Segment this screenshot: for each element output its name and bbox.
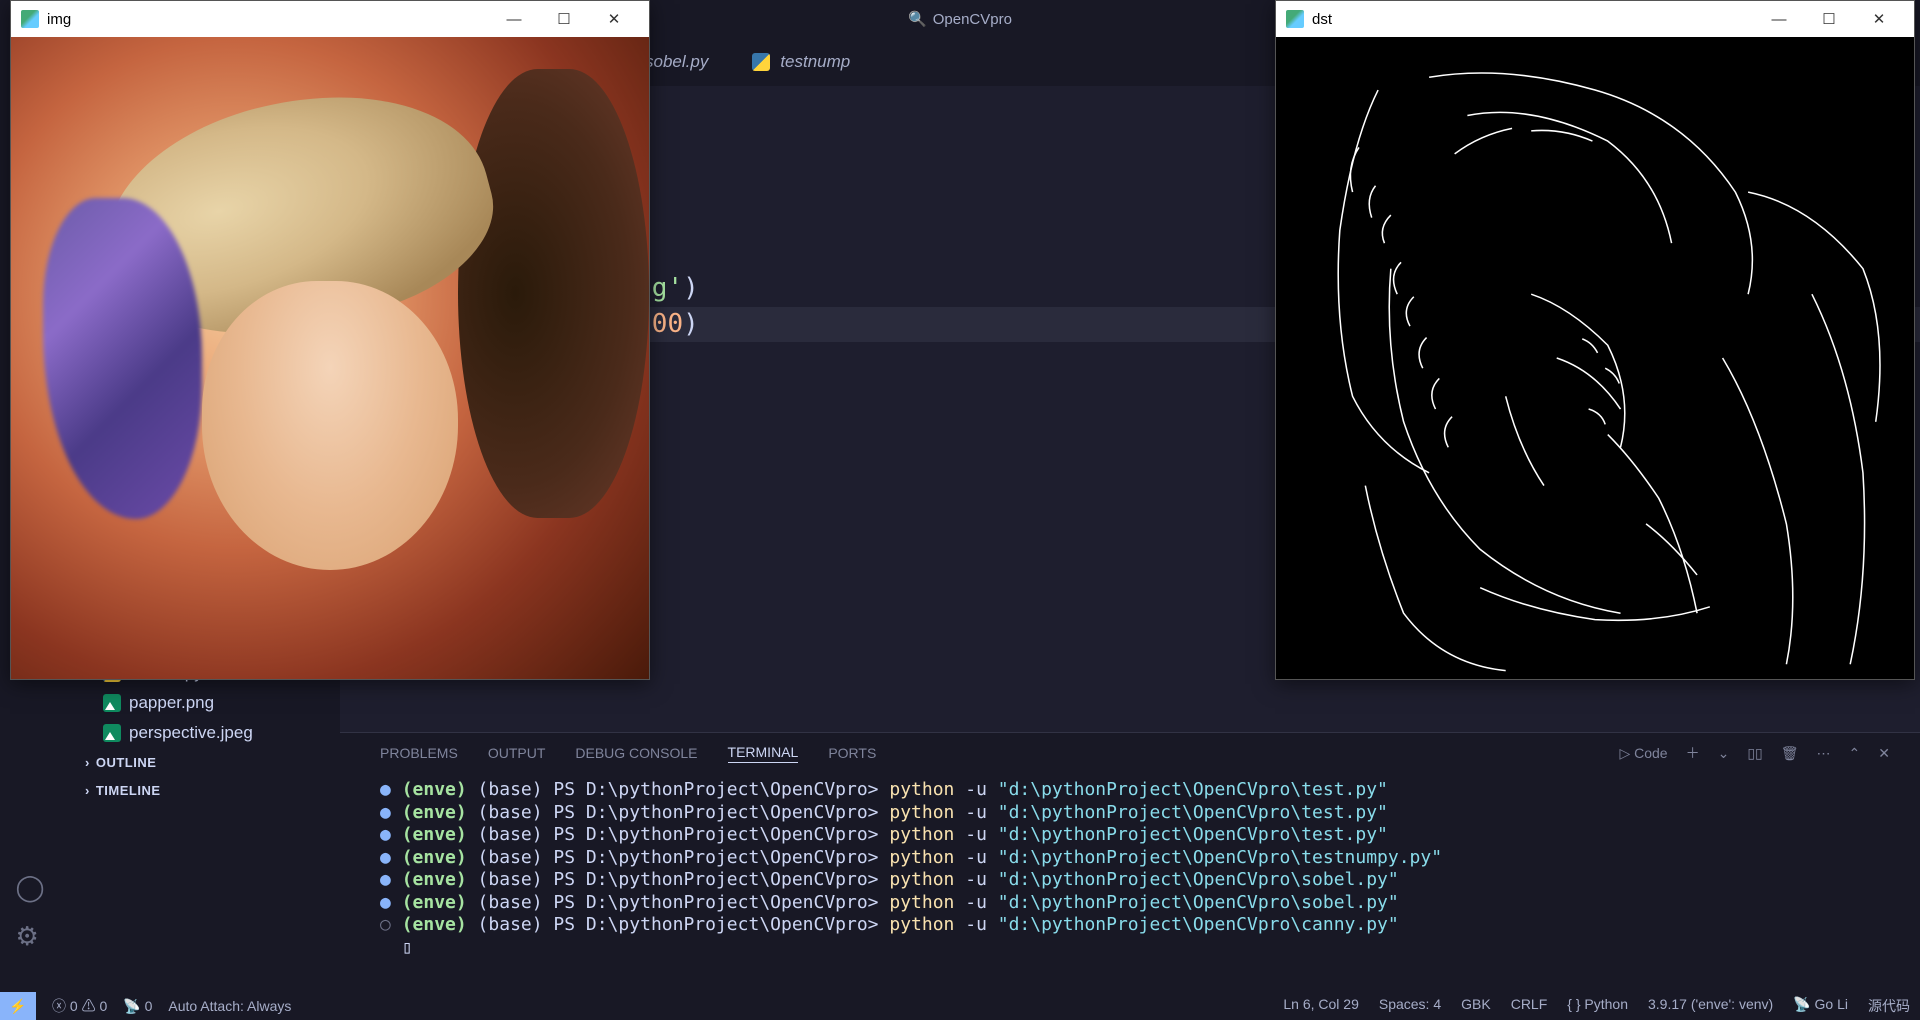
bottom-panel: PROBLEMS OUTPUT DEBUG CONSOLE TERMINAL P… <box>340 732 1920 992</box>
search-icon: 🔍 <box>908 10 927 28</box>
canny-edges-image <box>1276 37 1914 679</box>
chevron-right-icon: › <box>85 755 90 770</box>
status-lang[interactable]: { } Python <box>1567 996 1628 1016</box>
chevron-right-icon: › <box>85 783 90 798</box>
opencv-window-img[interactable]: img — ☐ ✕ <box>10 0 650 680</box>
panel-tab-problems[interactable]: PROBLEMS <box>380 745 458 761</box>
more-icon[interactable]: ⋯ <box>1817 745 1831 762</box>
launch-profile[interactable]: ▷ Code <box>1619 745 1667 762</box>
status-pyver[interactable]: 3.9.17 ('enve': venv) <box>1648 996 1773 1016</box>
settings-icon[interactable]: ⚙ <box>15 921 44 952</box>
status-spaces[interactable]: Spaces: 4 <box>1379 996 1441 1016</box>
close-icon[interactable]: ✕ <box>1878 745 1890 762</box>
file-item[interactable]: perspective.jpeg <box>85 718 340 748</box>
remote-icon[interactable]: ⚡ <box>0 992 36 1020</box>
status-golive[interactable]: 📡 Go Li <box>1793 996 1848 1016</box>
terminal[interactable]: ● (enve) (base) PS D:\pythonProject\Open… <box>340 773 1920 992</box>
account-icon[interactable]: ◯ <box>15 872 44 903</box>
file-item[interactable]: papper.png <box>85 688 340 718</box>
maximize-icon[interactable]: ⌃ <box>1849 745 1861 762</box>
status-eol[interactable]: CRLF <box>1511 996 1548 1016</box>
status-bar: ⚡ ⓧ 0 ⚠ 0 📡 0 Auto Attach: Always Ln 6, … <box>0 992 1920 1020</box>
trash-icon[interactable]: 🗑 <box>1781 745 1799 762</box>
status-encoding[interactable]: GBK <box>1461 996 1491 1016</box>
image-icon <box>103 694 121 712</box>
window-title: dst <box>1312 11 1332 28</box>
split-icon[interactable]: ▯▯ <box>1747 745 1762 762</box>
window-titlebar[interactable]: dst — ☐ ✕ <box>1276 1 1914 37</box>
close-icon[interactable]: ✕ <box>589 1 639 37</box>
status-ports[interactable]: 📡 0 <box>123 998 152 1015</box>
image-icon <box>103 724 121 742</box>
minimize-icon[interactable]: — <box>489 1 539 37</box>
status-autoattach[interactable]: Auto Attach: Always <box>168 998 291 1014</box>
status-lncol[interactable]: Ln 6, Col 29 <box>1283 996 1359 1016</box>
chevron-down-icon[interactable]: ⌄ <box>1718 745 1730 762</box>
python-icon <box>752 53 770 71</box>
new-terminal-icon[interactable]: ＋ <box>1686 743 1700 763</box>
opencv-window-dst[interactable]: dst — ☐ ✕ <box>1275 0 1915 680</box>
minimize-icon[interactable]: — <box>1754 1 1804 37</box>
panel-tab-terminal[interactable]: TERMINAL <box>728 744 799 763</box>
status-extra[interactable]: 源代码 <box>1868 996 1910 1016</box>
status-errors[interactable]: ⓧ 0 ⚠ 0 <box>52 996 107 1016</box>
app-icon <box>21 10 39 28</box>
window-titlebar[interactable]: img — ☐ ✕ <box>11 1 649 37</box>
window-title: img <box>47 11 71 28</box>
panel-tab-ports[interactable]: PORTS <box>828 745 876 761</box>
maximize-icon[interactable]: ☐ <box>1804 1 1854 37</box>
section-timeline[interactable]: ›TIMELINE <box>85 776 340 804</box>
app-icon <box>1286 10 1304 28</box>
maximize-icon[interactable]: ☐ <box>539 1 589 37</box>
panel-tab-debug[interactable]: DEBUG CONSOLE <box>575 745 697 761</box>
lena-image <box>11 37 649 679</box>
panel-tab-output[interactable]: OUTPUT <box>488 745 546 761</box>
tab-testnump[interactable]: testnump <box>730 38 872 86</box>
project-name: OpenCVpro <box>933 11 1012 28</box>
section-outline[interactable]: ›OUTLINE <box>85 748 340 776</box>
close-icon[interactable]: ✕ <box>1854 1 1904 37</box>
